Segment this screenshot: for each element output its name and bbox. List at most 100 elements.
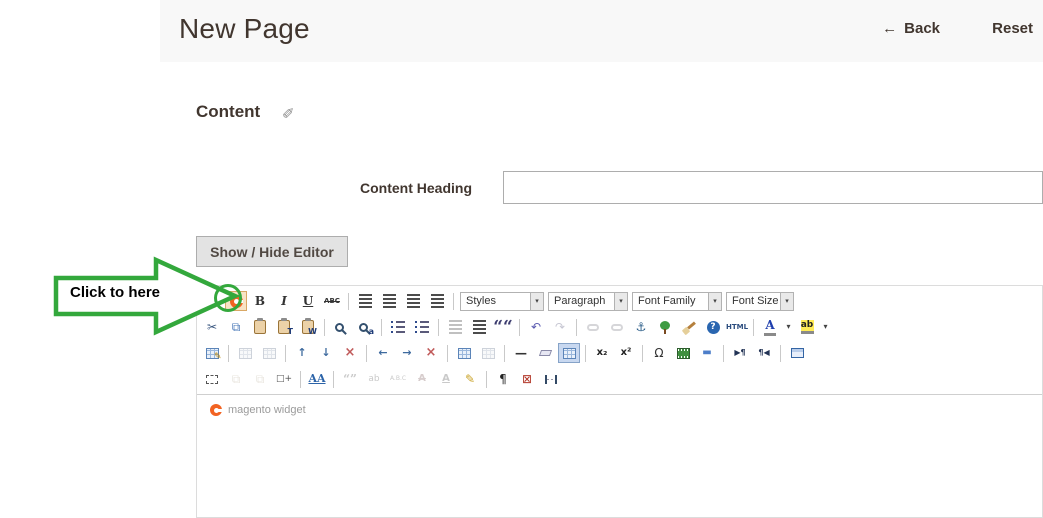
find-icon [335, 323, 344, 332]
outdent-icon [449, 320, 462, 334]
back-label: Back [904, 20, 940, 37]
numbered-list-button[interactable] [411, 317, 433, 337]
anchor-icon: ⚓ [636, 318, 647, 336]
paragraph-select-label: Paragraph [549, 295, 614, 307]
right-to-left-button[interactable]: ¶◀ [753, 343, 775, 363]
insert-image-button[interactable] [654, 317, 676, 337]
toolbar-row-3: ↑↓ × ← → × — x₂ x² Ω ▬ ▶¶¶◀ [200, 340, 1042, 366]
page-break-button[interactable] [540, 369, 562, 389]
back-button[interactable]: ←Back [882, 20, 940, 37]
editor-content-area[interactable]: magento widget [197, 395, 1042, 515]
toolbar-row-2: ✂⧉TWa““↶↷⚓?HTMLA▾ab▾ [200, 314, 1042, 340]
subscript-button[interactable]: x₂ [591, 343, 613, 363]
bullet-list-button[interactable] [387, 317, 409, 337]
align-center-button[interactable] [378, 291, 400, 311]
abbreviation-button: ab [363, 369, 385, 389]
outdent-button [444, 317, 466, 337]
edit-css-style-button[interactable]: AA [306, 369, 328, 389]
visual-characters-icon: ¶ [499, 370, 507, 388]
background-color-arrow-button[interactable]: ▾ [820, 317, 831, 337]
fullscreen-button[interactable] [786, 343, 808, 363]
superscript-button[interactable]: x² [615, 343, 637, 363]
delete-row-icon: × [345, 344, 356, 362]
split-table-cells-button[interactable] [453, 343, 475, 363]
visual-characters-button[interactable]: ¶ [492, 369, 514, 389]
special-character-button[interactable]: Ω [648, 343, 670, 363]
edit-html-source-button[interactable]: HTML [726, 317, 748, 337]
font-family-select[interactable]: Font Family▾ [632, 292, 722, 311]
insert-row-before-button[interactable]: ↑ [291, 343, 313, 363]
strikethrough-button[interactable]: ABC [321, 291, 343, 311]
paste-button[interactable] [249, 317, 271, 337]
page-header: New Page ←Back Reset [160, 0, 1043, 62]
superscript-icon: x² [621, 344, 632, 362]
insert-column-after-icon: → [402, 344, 411, 362]
find-button[interactable] [330, 317, 352, 337]
insert-column-after-button[interactable]: → [396, 343, 418, 363]
insert-table-button[interactable] [201, 343, 223, 363]
citation-button: “” [339, 369, 361, 389]
left-to-right-button[interactable]: ▶¶ [729, 343, 751, 363]
undo-button[interactable]: ↶ [525, 317, 547, 337]
insert-media-button[interactable] [672, 343, 694, 363]
font-size-select-label: Font Size [727, 295, 780, 307]
background-color-button[interactable]: ab [796, 317, 818, 337]
text-color-arrow-button[interactable]: ▾ [783, 317, 794, 337]
magento-widget-icon [210, 404, 222, 416]
merge-table-cells-icon [482, 348, 495, 359]
italic-button[interactable]: I [273, 291, 295, 311]
paste-as-text-button[interactable]: T [273, 317, 295, 337]
styles-select[interactable]: Styles▾ [460, 292, 544, 311]
reset-button[interactable]: Reset [992, 20, 1033, 37]
cut-button[interactable]: ✂ [201, 317, 223, 337]
align-justify-icon [431, 294, 444, 308]
insert-row-after-button[interactable]: ↓ [315, 343, 337, 363]
remove-formatting-button[interactable] [534, 343, 556, 363]
chevron-down-icon: ▾ [530, 293, 543, 310]
show-hide-editor-button[interactable]: Show / Hide Editor [196, 236, 348, 267]
toolbar-separator [453, 293, 454, 310]
horizontal-rule-button[interactable]: — [510, 343, 532, 363]
underline-button[interactable]: U [297, 291, 319, 311]
align-justify-button[interactable] [426, 291, 448, 311]
table-row-properties-icon [239, 348, 252, 359]
toolbar-separator [324, 319, 325, 336]
find-and-replace-button[interactable]: a [354, 317, 376, 337]
toolbar-separator [753, 319, 754, 336]
paragraph-select[interactable]: Paragraph▾ [548, 292, 628, 311]
text-color-button[interactable]: A [759, 317, 781, 337]
insert-variable-button[interactable] [201, 291, 223, 311]
toolbar-separator [576, 319, 577, 336]
delete-row-button[interactable]: × [339, 343, 361, 363]
blockquote-button[interactable]: ““ [492, 317, 514, 337]
insert-layer-button[interactable] [201, 369, 223, 389]
copy-button[interactable]: ⧉ [225, 317, 247, 337]
indent-button[interactable] [468, 317, 490, 337]
font-size-select[interactable]: Font Size▾ [726, 292, 794, 311]
bold-button[interactable]: B [249, 291, 271, 311]
non-breaking-space-button[interactable]: ⊠ [516, 369, 538, 389]
italic-icon: I [281, 292, 287, 310]
absolute-position-button[interactable]: □+ [273, 369, 295, 389]
custom-horizontal-rule-button[interactable]: ▬ [696, 343, 718, 363]
cleanup-code-button[interactable] [678, 317, 700, 337]
paste-from-word-button[interactable]: W [297, 317, 319, 337]
widget-placeholder[interactable]: magento widget [210, 404, 1029, 416]
insert-widget-button[interactable] [225, 291, 247, 311]
non-breaking-space-icon: ⊠ [522, 370, 532, 388]
align-left-button[interactable] [354, 291, 376, 311]
align-right-button[interactable] [402, 291, 424, 311]
insert-column-before-button[interactable]: ← [372, 343, 394, 363]
subscript-icon: x₂ [597, 344, 608, 362]
help-button[interactable]: ? [702, 317, 724, 337]
move-forward-icon: ⧉ [232, 370, 241, 388]
insert-attributes-button[interactable]: ✎ [459, 369, 481, 389]
content-heading-input[interactable] [503, 171, 1043, 204]
edit-pencil-icon: ✎ [282, 103, 295, 121]
delete-column-button[interactable]: × [420, 343, 442, 363]
anchor-button[interactable]: ⚓ [630, 317, 652, 337]
toolbar-separator [300, 371, 301, 388]
toggle-guidelines-button[interactable] [558, 343, 580, 363]
redo-button: ↷ [549, 317, 571, 337]
toolbar-separator [438, 319, 439, 336]
